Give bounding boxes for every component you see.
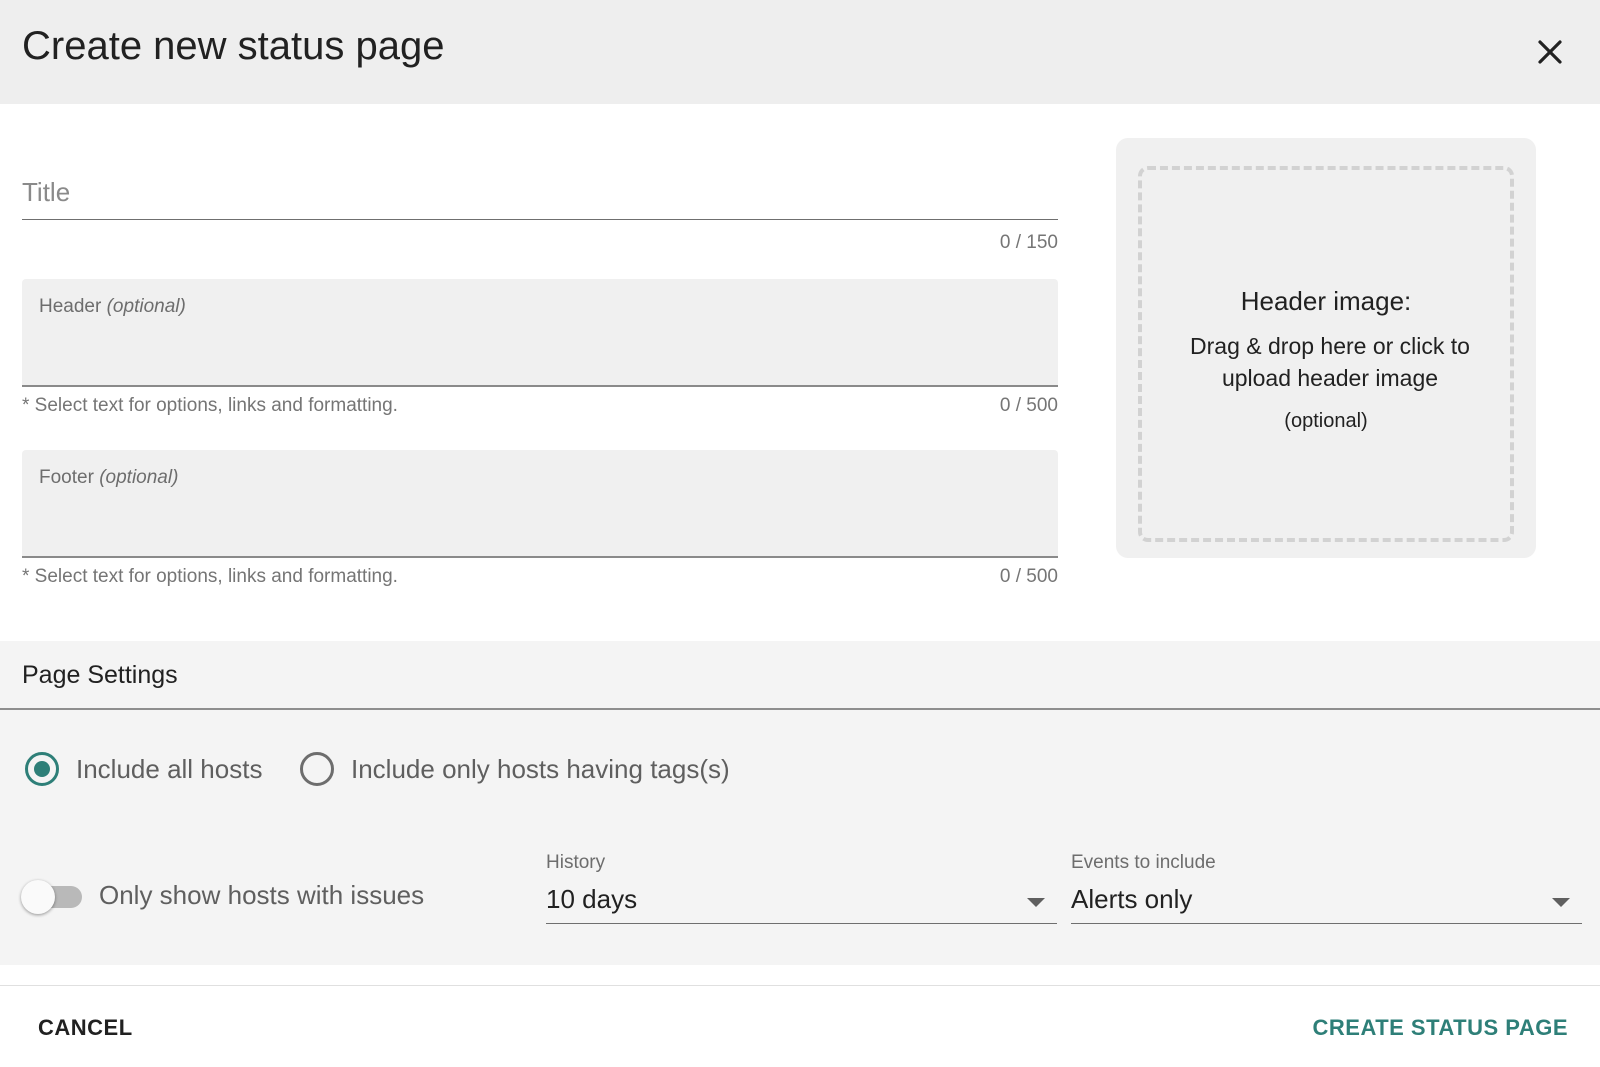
events-label: Events to include [1071, 852, 1216, 873]
only-issues-toggle[interactable] [21, 880, 82, 914]
header-hint: * Select text for options, links and for… [22, 395, 398, 416]
radio-label-include-all-hosts[interactable]: Include all hosts [76, 754, 262, 785]
footer-hint: * Select text for options, links and for… [22, 566, 398, 587]
only-issues-label: Only show hosts with issues [99, 880, 425, 910]
title-input[interactable] [22, 160, 1058, 219]
create-status-page-button[interactable]: CREATE STATUS PAGE [1313, 1015, 1569, 1041]
radio-include-all-hosts[interactable] [25, 752, 59, 786]
footer-counter: 0 / 500 [999, 566, 1058, 587]
footer-field[interactable]: Footer (optional) [22, 450, 1058, 558]
page-settings-title: Page Settings [22, 661, 178, 689]
history-value: 10 days [546, 884, 638, 914]
events-value: Alerts only [1071, 884, 1193, 914]
header-image-description: Drag & drop here or click to upload head… [1190, 333, 1470, 391]
cancel-button[interactable]: CANCEL [38, 1015, 133, 1041]
title-counter: 0 / 150 [999, 232, 1058, 253]
header-image-optional: (optional) [1284, 410, 1368, 432]
header-image-title: Header image: [1240, 286, 1412, 316]
dialog-title: Create new status page [22, 24, 445, 68]
radio-include-tagged-hosts[interactable] [300, 752, 334, 786]
footer-field-label: Footer (optional) [39, 467, 179, 488]
page-settings-header[interactable]: Page Settings [0, 641, 1600, 710]
only-issues-toggle-thumb[interactable] [21, 880, 55, 914]
events-select[interactable]: Alerts only [1071, 880, 1582, 924]
header-image-dropzone[interactable]: Header image: Drag & drop here or click … [1138, 166, 1514, 542]
title-field[interactable] [22, 160, 1058, 220]
chevron-down-icon [1552, 898, 1570, 907]
dialog-header: Create new status page [0, 0, 1600, 104]
radio-label-include-tagged-hosts[interactable]: Include only hosts having tags(s) [351, 754, 730, 785]
header-counter: 0 / 500 [999, 395, 1058, 416]
header-image-card: Header image: Drag & drop here or click … [1116, 138, 1536, 558]
actions-divider [0, 985, 1600, 986]
header-field-label: Header (optional) [39, 296, 186, 317]
chevron-down-icon [1027, 898, 1045, 907]
close-icon[interactable] [1528, 30, 1572, 74]
history-select[interactable]: 10 days [546, 880, 1057, 924]
history-label: History [546, 852, 606, 873]
header-field[interactable]: Header (optional) [22, 279, 1058, 387]
